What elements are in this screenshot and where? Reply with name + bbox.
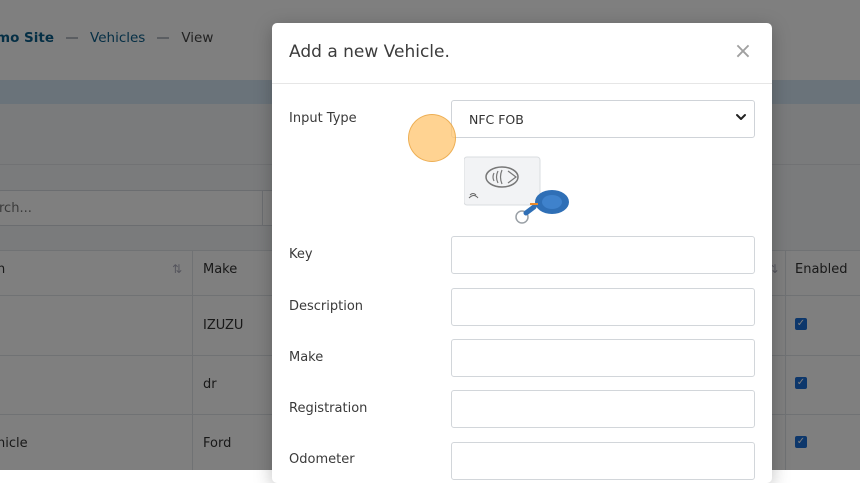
make-label: Make (289, 350, 324, 365)
key-input[interactable] (451, 236, 755, 274)
nfc-fob-image (464, 156, 569, 224)
modal-title: Add a new Vehicle. (289, 42, 450, 62)
odometer-label: Odometer (289, 452, 355, 467)
input-type-label: Input Type (289, 111, 357, 126)
description-label: Description (289, 299, 364, 314)
chevron-down-icon (736, 114, 746, 120)
make-input[interactable] (451, 339, 755, 377)
add-vehicle-modal: Add a new Vehicle. × Input Type NFC FOB … (272, 23, 772, 483)
odometer-input[interactable] (451, 442, 755, 480)
key-label: Key (289, 247, 313, 262)
description-input[interactable] (451, 288, 755, 326)
input-type-selected-value: NFC FOB (469, 112, 524, 127)
close-icon[interactable]: × (732, 41, 754, 63)
modal-divider (272, 83, 772, 84)
registration-label: Registration (289, 401, 368, 416)
registration-input[interactable] (451, 390, 755, 428)
input-type-select[interactable]: NFC FOB (451, 100, 755, 138)
click-indicator (408, 114, 456, 162)
